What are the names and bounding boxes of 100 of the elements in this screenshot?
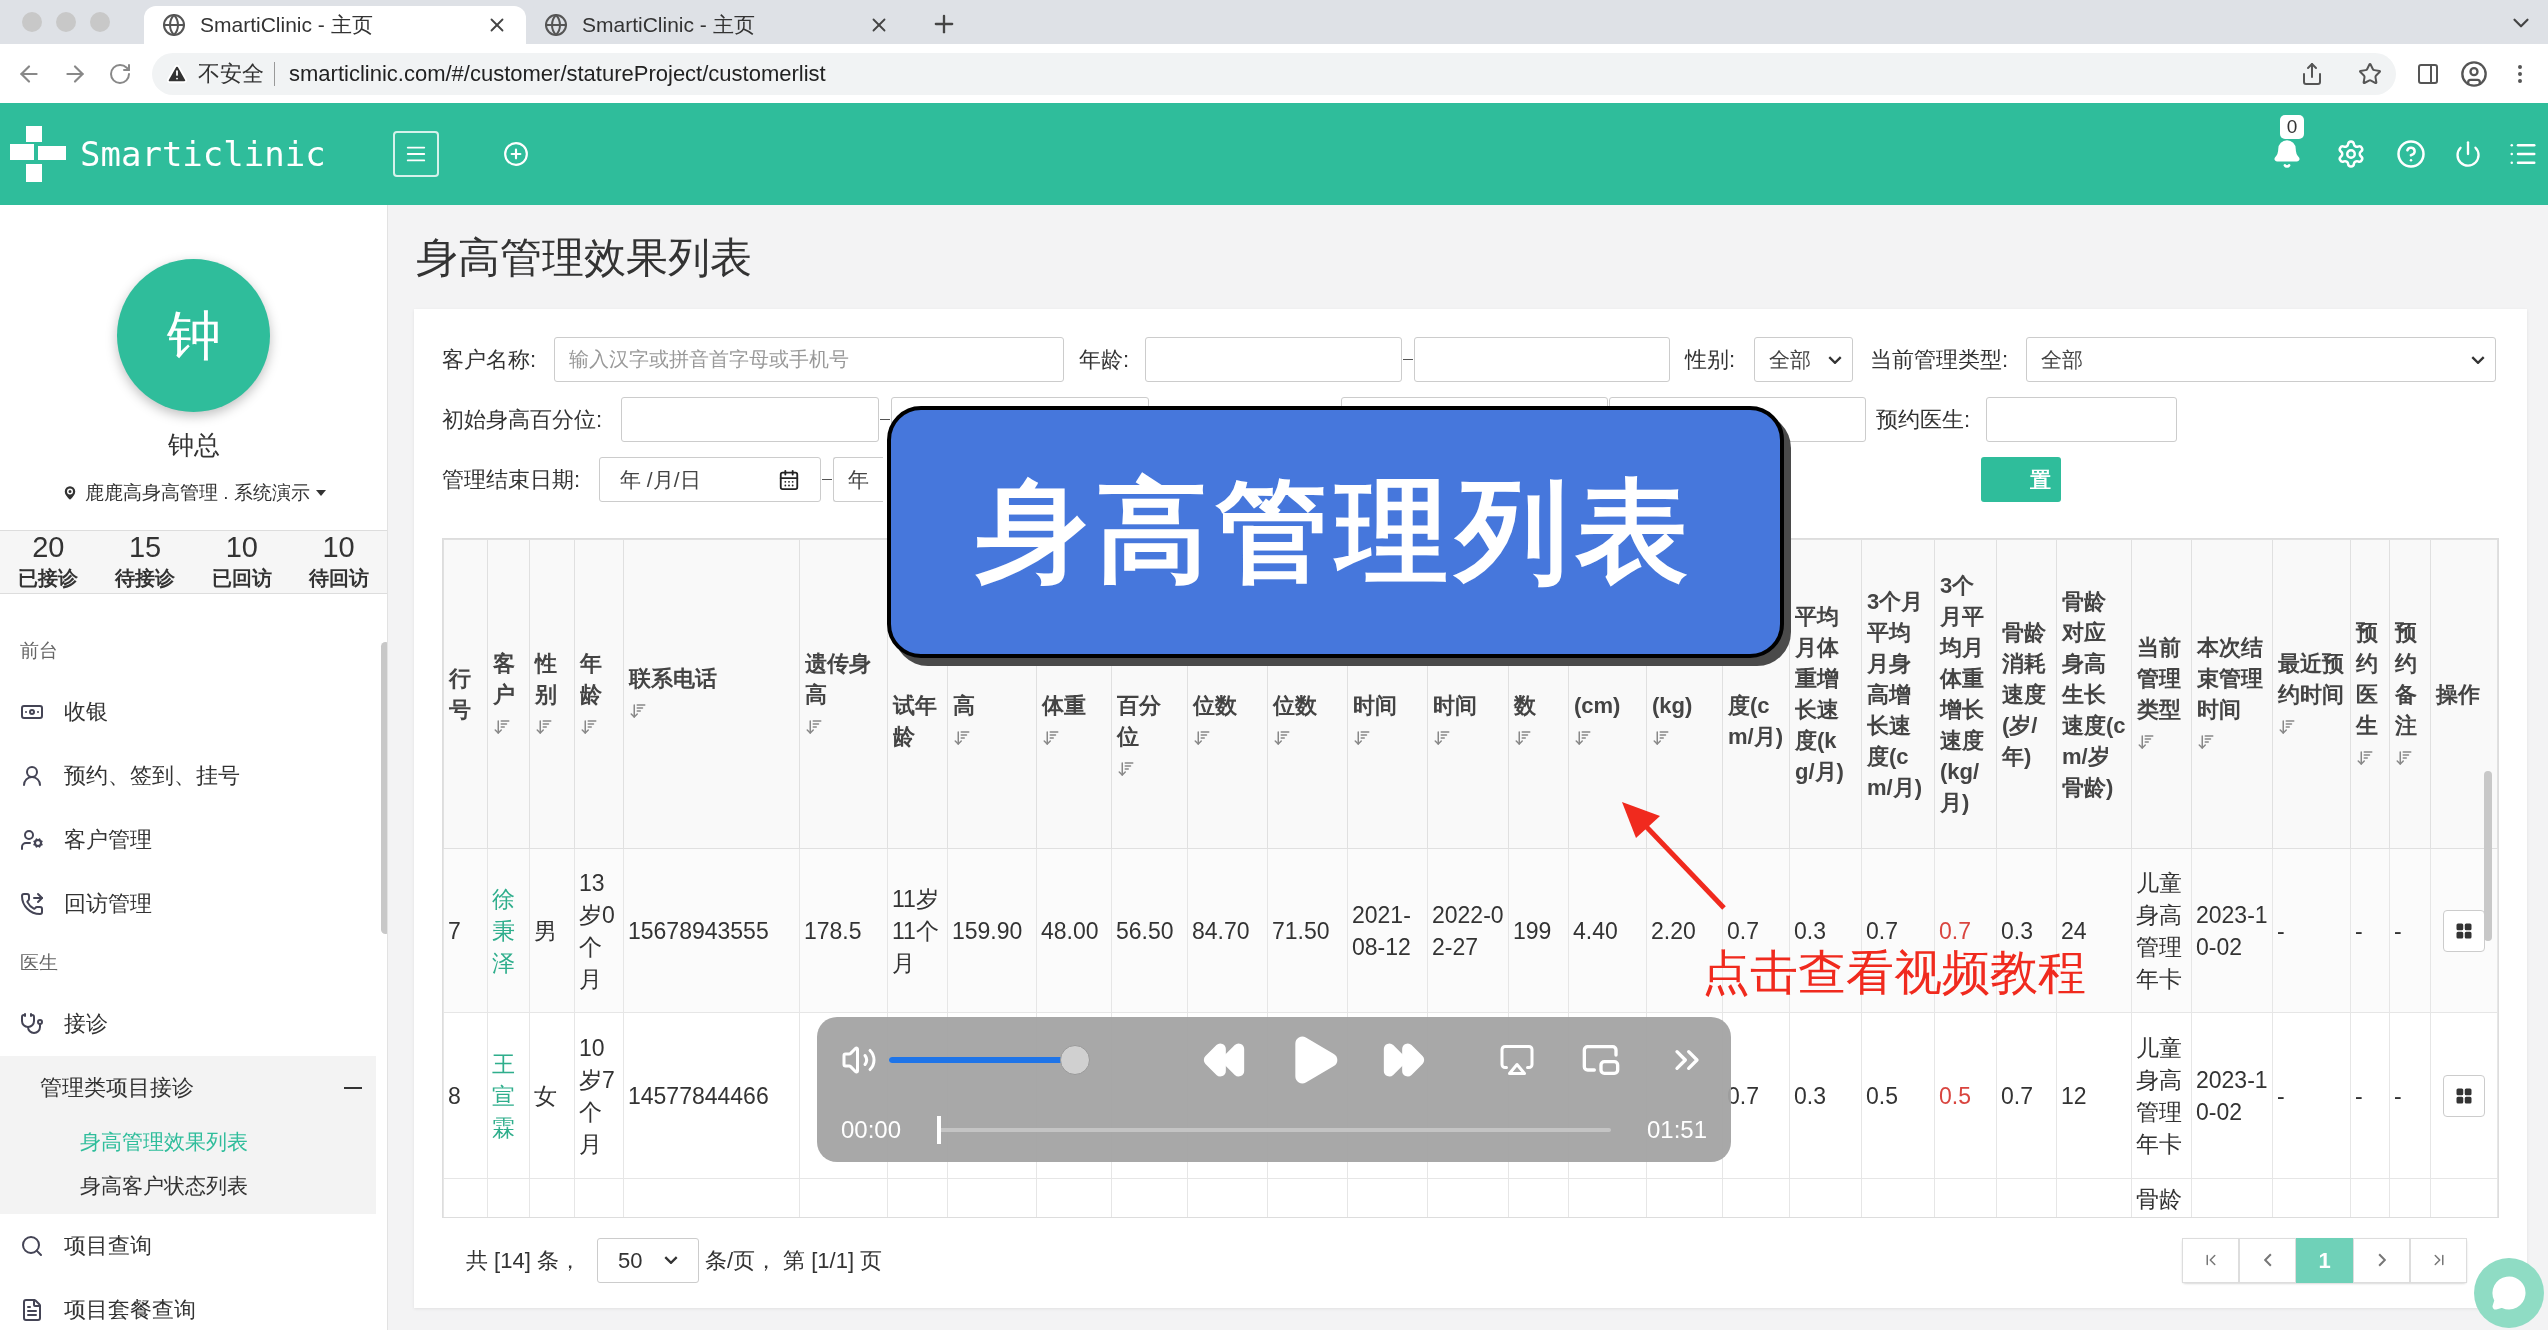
column-header[interactable]: 时间 <box>1433 690 1503 721</box>
scrollbar[interactable] <box>2484 771 2492 941</box>
menu-group-header[interactable]: 管理类项目接诊 <box>0 1055 376 1120</box>
sort-icon[interactable] <box>2278 717 2296 736</box>
column-header: 3个月平均月身高增长速度(cm/月) <box>1867 587 1925 802</box>
sort-icon[interactable] <box>2197 733 2215 752</box>
select-field[interactable]: 全部 <box>1754 337 1853 382</box>
menu-item[interactable]: 项目查询 <box>0 1213 376 1278</box>
table-cell: 8 <box>443 1012 488 1179</box>
table-cell: - <box>2350 1012 2390 1179</box>
power-icon[interactable] <box>2454 140 2482 168</box>
table-cell: 7 <box>443 848 488 1013</box>
progress-bar[interactable] <box>937 1115 942 1144</box>
slider-thumb[interactable] <box>1060 1044 1090 1075</box>
collapse-icon[interactable] <box>344 1086 362 1089</box>
sort-icon[interactable] <box>493 717 511 736</box>
column-header[interactable]: 年龄 <box>580 647 618 710</box>
current-time: 00:00 <box>841 1114 902 1145</box>
menu-button[interactable] <box>393 131 439 177</box>
browser-tab[interactable]: SmartiClinic - 主页 <box>144 6 526 44</box>
sort-icon[interactable] <box>1353 729 1371 748</box>
menu-item[interactable]: 项目套餐查询 <box>0 1277 376 1330</box>
user-name: 钟总 <box>167 429 220 462</box>
sort-icon[interactable] <box>1042 729 1060 748</box>
stethoscope-icon <box>20 1011 44 1036</box>
menu-item[interactable]: 客户管理 <box>0 807 376 872</box>
menu-item[interactable]: 收银 <box>0 679 376 744</box>
profile-icon[interactable] <box>2460 59 2488 88</box>
sort-icon[interactable] <box>1433 729 1451 748</box>
sort-icon[interactable] <box>2137 733 2155 752</box>
phone-icon <box>20 891 44 916</box>
action-button[interactable] <box>2443 909 2485 952</box>
location-dropdown[interactable]: 鹿鹿高身高管理 . 系统演示 <box>85 479 310 508</box>
column-header[interactable]: 百分位 <box>1117 690 1182 752</box>
filter-label: 年龄: <box>1078 346 1131 374</box>
add-icon[interactable] <box>503 141 529 167</box>
input-field[interactable] <box>1986 397 2177 442</box>
menu-item[interactable]: 接诊 <box>0 991 376 1056</box>
page-title: 身高管理效果列表 <box>415 232 753 283</box>
sort-icon[interactable] <box>1514 729 1532 748</box>
menu-item[interactable]: 预约、签到、挂号 <box>0 743 376 808</box>
column-header[interactable]: 遗传身高 <box>805 647 882 710</box>
sort-icon[interactable] <box>1193 729 1211 748</box>
share-icon[interactable] <box>2300 61 2324 86</box>
menu-item[interactable]: 回访管理 <box>0 871 376 936</box>
stat-label: 已回访 <box>211 565 272 591</box>
input-field[interactable] <box>1414 337 1670 382</box>
column-header[interactable]: 高 <box>953 690 1031 721</box>
page-size-select[interactable]: 50 <box>596 1237 699 1283</box>
column-header: 平均月体重增长速度(kg/月) <box>1795 603 1845 786</box>
column-header[interactable]: 位数 <box>1193 690 1262 721</box>
column-header[interactable]: 性别 <box>535 647 569 710</box>
table-cell: 0.5 <box>1934 1012 1997 1179</box>
stat-value: 15 <box>129 530 162 563</box>
action-button[interactable] <box>2443 1074 2485 1117</box>
sort-icon[interactable] <box>2395 748 2413 767</box>
sort-icon[interactable] <box>535 717 553 736</box>
sort-icon[interactable] <box>1273 729 1291 748</box>
table-cell: 48.00 <box>1036 848 1112 1013</box>
column-header: 3个月平均月体重增长速度(kg/月) <box>1940 572 1985 817</box>
help-icon[interactable] <box>2396 139 2426 169</box>
sort-icon[interactable] <box>953 729 971 748</box>
column-header[interactable]: 位数 <box>1273 690 1342 721</box>
settings-icon[interactable] <box>2336 139 2366 169</box>
sort-icon[interactable] <box>629 702 647 721</box>
sort-icon[interactable] <box>580 717 598 736</box>
stat-label: 待回访 <box>308 565 369 591</box>
sort-icon[interactable] <box>1117 760 1135 779</box>
column-header[interactable]: 客户 <box>493 647 524 710</box>
input-field[interactable] <box>621 397 879 442</box>
stat-value: 10 <box>322 530 355 563</box>
bookmark-icon[interactable] <box>2358 61 2382 86</box>
sort-icon[interactable] <box>1652 729 1670 748</box>
column-header[interactable]: 最近预约时间 <box>2278 647 2345 710</box>
date-field[interactable]: 年 /月/日 <box>599 457 821 502</box>
stat-value: 20 <box>32 530 65 563</box>
select-field[interactable]: 全部 <box>2026 337 2496 382</box>
sort-icon[interactable] <box>2356 748 2374 767</box>
search-icon <box>20 1233 44 1258</box>
column-header[interactable]: 联系电话 <box>629 663 794 694</box>
column-header[interactable]: (cm) <box>1574 690 1641 721</box>
column-header[interactable]: 时间 <box>1353 690 1422 721</box>
input-field[interactable]: 输入汉字或拼音首字母或手机号 <box>554 337 1064 382</box>
notification-count: 0 <box>2280 115 2304 139</box>
sort-icon[interactable] <box>805 717 823 736</box>
sort-icon[interactable] <box>1574 729 1592 748</box>
address-bar[interactable]: 不安全 smarticlinic.com/#/customer/statureProject/customerlist <box>152 52 2396 95</box>
side-panel-icon[interactable] <box>2416 61 2440 86</box>
filter-label: 预约医生: <box>1875 406 1972 434</box>
bell-icon[interactable] <box>2272 139 2302 169</box>
volume-slider[interactable] <box>889 1044 1089 1075</box>
table-cell: - <box>2350 848 2390 1013</box>
submenu-item[interactable]: 身高客户状态列表 <box>0 1163 376 1208</box>
table-cell: 儿童身高管理年卡 <box>2131 848 2192 1013</box>
date-field[interactable]: 年 <box>833 457 883 502</box>
column-header[interactable]: (kg) <box>1652 690 1717 721</box>
input-field[interactable] <box>1145 337 1402 382</box>
reload-icon[interactable] <box>108 61 132 86</box>
column-header[interactable]: 数 <box>1514 690 1563 721</box>
column-header[interactable]: 体重 <box>1042 690 1106 721</box>
